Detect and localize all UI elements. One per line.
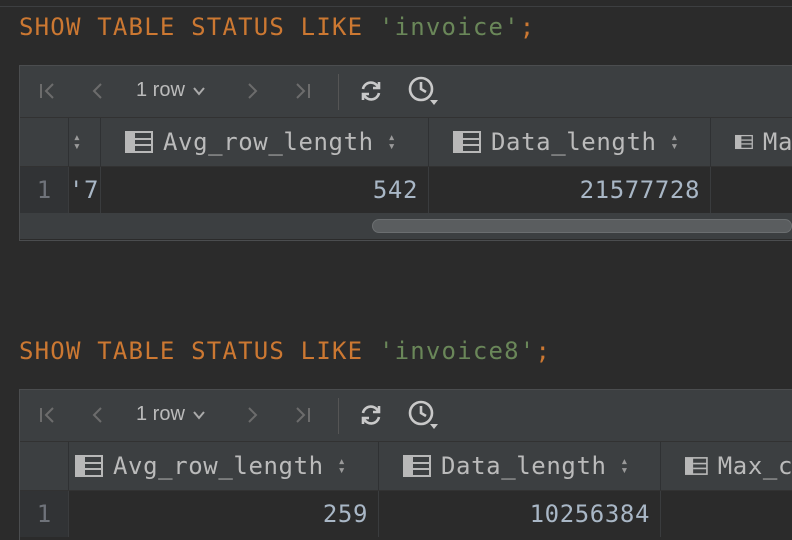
result-toolbar: 1 row [20, 66, 792, 118]
horizontal-scrollbar[interactable] [20, 213, 792, 239]
row-count-selector[interactable]: 1 row [136, 79, 207, 102]
row-number: 1 [20, 167, 68, 213]
sql-keywords: SHOW TABLE STATUS LIKE [19, 337, 364, 365]
table-cell[interactable]: '73 [68, 167, 100, 213]
sql-string-literal: 'invoice8' [378, 337, 536, 365]
column-name: Avg_row_length [163, 128, 374, 156]
sort-icon[interactable]: ▴ ▾ [388, 131, 396, 153]
column-header-row: ▴ ▾ Avg_row_length ▴ ▾ Data_length ▴ ▾ Ma [20, 118, 792, 167]
sql-string-literal: 'invoice' [378, 13, 520, 41]
last-page-icon[interactable] [288, 77, 316, 105]
toolbar-separator [338, 74, 339, 110]
history-clock-icon[interactable] [406, 76, 440, 105]
sort-icon[interactable]: ▴ ▾ [338, 455, 346, 477]
sql-terminator: ; [519, 13, 536, 41]
column-header-data-length[interactable]: Data_length ▴ ▾ [378, 442, 660, 490]
sql-terminator: ; [535, 337, 552, 365]
scrollbar-thumb[interactable] [372, 219, 792, 233]
table-cell[interactable] [710, 167, 792, 213]
column-header-max-data-length[interactable]: Ma [710, 118, 792, 166]
column-name: Data_length [491, 128, 657, 156]
history-clock-icon[interactable] [406, 400, 440, 429]
table-cell[interactable]: 21577728 [428, 167, 710, 213]
table-column-icon [403, 455, 431, 477]
column-name: Data_length [441, 452, 607, 480]
table-column-icon [125, 131, 153, 153]
table-cell[interactable] [660, 491, 792, 537]
row-count-label: 1 row [136, 79, 185, 101]
column-name: Max_c [717, 452, 792, 480]
editor-top-border [0, 0, 792, 7]
table-cell[interactable]: 259 [68, 491, 378, 537]
chevron-down-icon [193, 86, 205, 96]
sql-keywords: SHOW TABLE STATUS LIKE [19, 13, 364, 41]
toolbar-separator [338, 398, 339, 434]
first-page-icon[interactable] [34, 401, 62, 429]
last-page-icon[interactable] [288, 401, 316, 429]
refresh-icon[interactable] [356, 77, 386, 105]
table-column-icon [735, 134, 753, 150]
next-page-icon[interactable] [240, 401, 264, 429]
column-header-max-data-length[interactable]: Max_c [660, 442, 792, 490]
previous-page-icon[interactable] [86, 401, 110, 429]
column-header-row: Avg_row_length ▴ ▾ Data_length ▴ ▾ Max_c [20, 442, 792, 491]
table-column-icon [75, 455, 103, 477]
table-column-icon [453, 131, 481, 153]
sort-icon[interactable]: ▴ ▾ [621, 455, 629, 477]
column-header-avg-row-length[interactable]: Avg_row_length ▴ ▾ [68, 442, 378, 490]
table-row[interactable]: 1 '73 542 21577728 [20, 167, 792, 213]
column-name: Avg_row_length [113, 452, 324, 480]
sql-statement-1[interactable]: SHOW TABLE STATUS LIKE 'invoice'; [19, 13, 535, 41]
chevron-down-icon [193, 410, 205, 420]
previous-page-icon[interactable] [86, 77, 110, 105]
first-page-icon[interactable] [34, 77, 62, 105]
result-panel-2: 1 row Avg_row_length ▴▾ Data_length ▴▾ [19, 389, 792, 540]
sql-statement-2[interactable]: SHOW TABLE STATUS LIKE 'invoice8'; [19, 337, 551, 365]
column-header-avg-row-length[interactable]: Avg_row_length ▴ ▾ [100, 118, 428, 166]
sort-icon[interactable]: ▴ ▾ [73, 131, 81, 153]
table-cell[interactable]: 10256384 [378, 491, 660, 537]
table-cell[interactable]: 542 [100, 167, 428, 213]
row-number-gutter-header [20, 118, 68, 166]
column-name: Ma [762, 128, 792, 156]
result-toolbar: 1 row [20, 390, 792, 442]
row-number-gutter-header [20, 442, 68, 490]
row-count-selector[interactable]: 1 row [136, 403, 207, 426]
column-header-partial[interactable]: ▴ ▾ [68, 118, 100, 166]
result-panel-1: 1 row ▴▾ Avg_row_length ▴▾ Data_length [19, 65, 792, 241]
next-page-icon[interactable] [240, 77, 264, 105]
table-column-icon [685, 457, 708, 475]
refresh-icon[interactable] [356, 401, 386, 429]
column-header-data-length[interactable]: Data_length ▴ ▾ [428, 118, 710, 166]
table-row[interactable]: 1 259 10256384 [20, 491, 792, 537]
sort-icon[interactable]: ▴ ▾ [671, 131, 679, 153]
row-number: 1 [20, 491, 68, 537]
row-count-label: 1 row [136, 403, 185, 425]
